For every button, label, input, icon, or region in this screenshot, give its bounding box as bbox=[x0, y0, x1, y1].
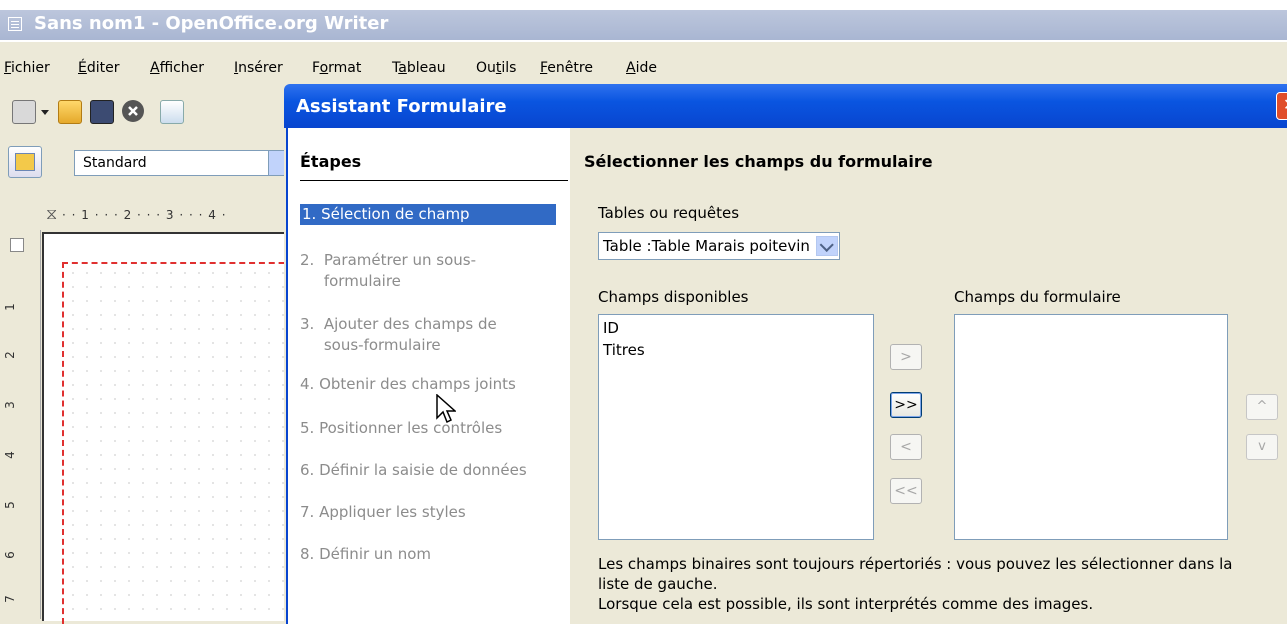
tables-label: Tables ou requêtes bbox=[598, 204, 740, 222]
dialog-title: Assistant Formulaire bbox=[296, 96, 507, 117]
edit-file-icon[interactable] bbox=[160, 100, 184, 124]
tables-select[interactable]: Table :Table Marais poitevin bbox=[598, 232, 840, 260]
menu-fenetre[interactable]: Fenêtre bbox=[540, 60, 593, 76]
menu-inserer[interactable]: Insérer bbox=[234, 60, 283, 76]
menu-fichier[interactable]: Fichier bbox=[4, 60, 50, 76]
move-up-button[interactable]: ^ bbox=[1246, 394, 1278, 420]
vertical-ruler-tick: 5 bbox=[2, 501, 17, 509]
remove-field-button[interactable]: < bbox=[890, 434, 922, 460]
save-icon[interactable] bbox=[90, 100, 114, 124]
dialog-close-button[interactable]: ✕ bbox=[1276, 92, 1287, 120]
vertical-ruler-tick: 4 bbox=[2, 451, 17, 459]
step-apply-styles[interactable]: 7. Appliquer les styles bbox=[300, 502, 554, 523]
horizontal-ruler-scale: · · 1 · · · 2 · · · 3 · · · 4 · bbox=[62, 208, 227, 222]
steps-pane: Étapes 1. Sélection de champ 2. Paramétr… bbox=[286, 128, 570, 624]
menu-bar: Fichier Éditer Afficher Insérer Format T… bbox=[0, 54, 1287, 84]
chevron-down-icon[interactable] bbox=[816, 236, 838, 256]
ruler-corner bbox=[10, 238, 24, 252]
step-set-name[interactable]: 8. Définir un nom bbox=[300, 544, 554, 565]
steps-divider bbox=[300, 180, 568, 181]
vertical-ruler-tick: 2 bbox=[2, 351, 17, 359]
menu-outils[interactable]: Outils bbox=[476, 60, 516, 76]
open-folder-icon[interactable] bbox=[58, 100, 82, 124]
menu-format[interactable]: Format bbox=[312, 60, 361, 76]
writer-title-bar: Sans nom1 - OpenOffice.org Writer bbox=[0, 0, 1287, 42]
move-down-button[interactable]: v bbox=[1246, 434, 1278, 460]
new-document-icon[interactable] bbox=[12, 100, 36, 124]
vertical-ruler-tick: 6 bbox=[2, 551, 17, 559]
writer-document-icon bbox=[8, 17, 22, 31]
steps-heading: Étapes bbox=[300, 152, 362, 171]
menu-editer[interactable]: Éditer bbox=[78, 60, 120, 76]
vertical-ruler-tick: 7 bbox=[2, 595, 17, 603]
indent-marker-icon[interactable]: ⧖ bbox=[46, 204, 57, 224]
close-icon: ✕ bbox=[1283, 95, 1287, 114]
menu-afficher[interactable]: Afficher bbox=[150, 60, 204, 76]
info-text-line: liste de gauche. bbox=[598, 575, 718, 593]
list-item[interactable]: Titres bbox=[603, 341, 645, 359]
horizontal-ruler[interactable]: ⧖ · · 1 · · · 2 · · · 3 · · · 4 · bbox=[0, 198, 290, 228]
step-field-selection[interactable]: 1. Sélection de champ bbox=[300, 204, 556, 225]
form-wizard-dialog: Assistant Formulaire ✕ Étapes 1. Sélecti… bbox=[284, 84, 1287, 624]
document-page[interactable] bbox=[42, 232, 324, 624]
dialog-title-bar[interactable]: Assistant Formulaire ✕ bbox=[284, 84, 1287, 128]
form-fields-label: Champs du formulaire bbox=[954, 288, 1121, 306]
close-document-icon[interactable] bbox=[122, 100, 144, 122]
step-joined-fields[interactable]: 4. Obtenir des champs joints bbox=[300, 374, 554, 395]
remove-all-fields-button[interactable]: << bbox=[890, 478, 922, 504]
vertical-ruler[interactable]: 1 2 3 4 5 6 7 bbox=[0, 230, 41, 619]
step-data-entry[interactable]: 6. Définir la saisie de données bbox=[300, 460, 554, 481]
info-text-line: Lorsque cela est possible, ils sont inte… bbox=[598, 595, 1094, 613]
window-title: Sans nom1 - OpenOffice.org Writer bbox=[34, 13, 389, 34]
list-item[interactable]: ID bbox=[603, 319, 619, 337]
content-heading: Sélectionner les champs du formulaire bbox=[584, 152, 933, 171]
menu-tableau[interactable]: Tableau bbox=[392, 60, 446, 76]
add-all-fields-button[interactable]: >> bbox=[890, 392, 922, 418]
mouse-pointer-icon bbox=[436, 394, 456, 424]
standard-toolbar bbox=[0, 92, 290, 132]
paragraph-style-select[interactable]: Standard bbox=[74, 150, 274, 176]
step-add-subform-fields[interactable]: 3. Ajouter des champs de sous-formulaire bbox=[300, 314, 554, 356]
info-text-line: Les champs binaires sont toujours répert… bbox=[598, 555, 1233, 573]
page-grid bbox=[66, 266, 306, 616]
vertical-ruler-tick: 1 bbox=[2, 303, 17, 311]
wizard-content-pane: Sélectionner les champs du formulaire Ta… bbox=[570, 128, 1287, 624]
formatting-toolbar: Standard bbox=[0, 142, 290, 188]
menu-aide[interactable]: Aide bbox=[626, 60, 657, 76]
styles-formatting-icon[interactable] bbox=[8, 146, 42, 178]
available-fields-list[interactable]: ID Titres bbox=[598, 314, 874, 540]
step-arrange-controls[interactable]: 5. Positionner les contrôles bbox=[300, 418, 554, 439]
add-field-button[interactable]: > bbox=[890, 344, 922, 370]
available-fields-label: Champs disponibles bbox=[598, 288, 749, 306]
new-dropdown-icon[interactable] bbox=[40, 100, 50, 122]
form-fields-list[interactable] bbox=[954, 314, 1228, 540]
vertical-ruler-tick: 3 bbox=[2, 401, 17, 409]
step-subform-setup[interactable]: 2. Paramétrer un sous- formulaire bbox=[300, 250, 554, 292]
